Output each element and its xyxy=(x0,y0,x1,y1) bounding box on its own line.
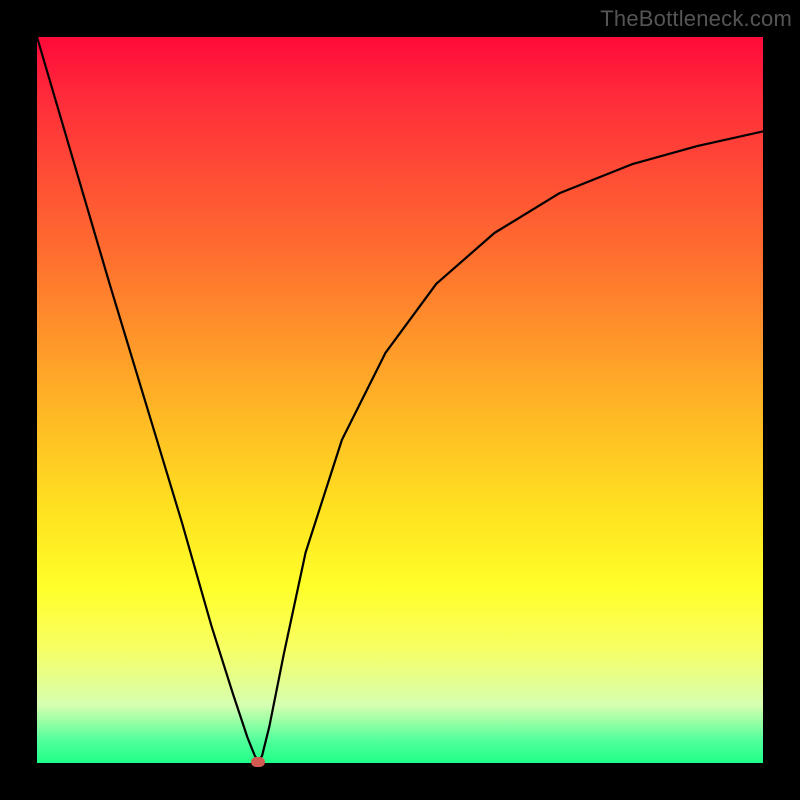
bottleneck-curve xyxy=(37,37,763,763)
optimum-marker xyxy=(251,757,265,767)
plot-frame xyxy=(37,37,763,763)
watermark-text: TheBottleneck.com xyxy=(600,6,792,32)
